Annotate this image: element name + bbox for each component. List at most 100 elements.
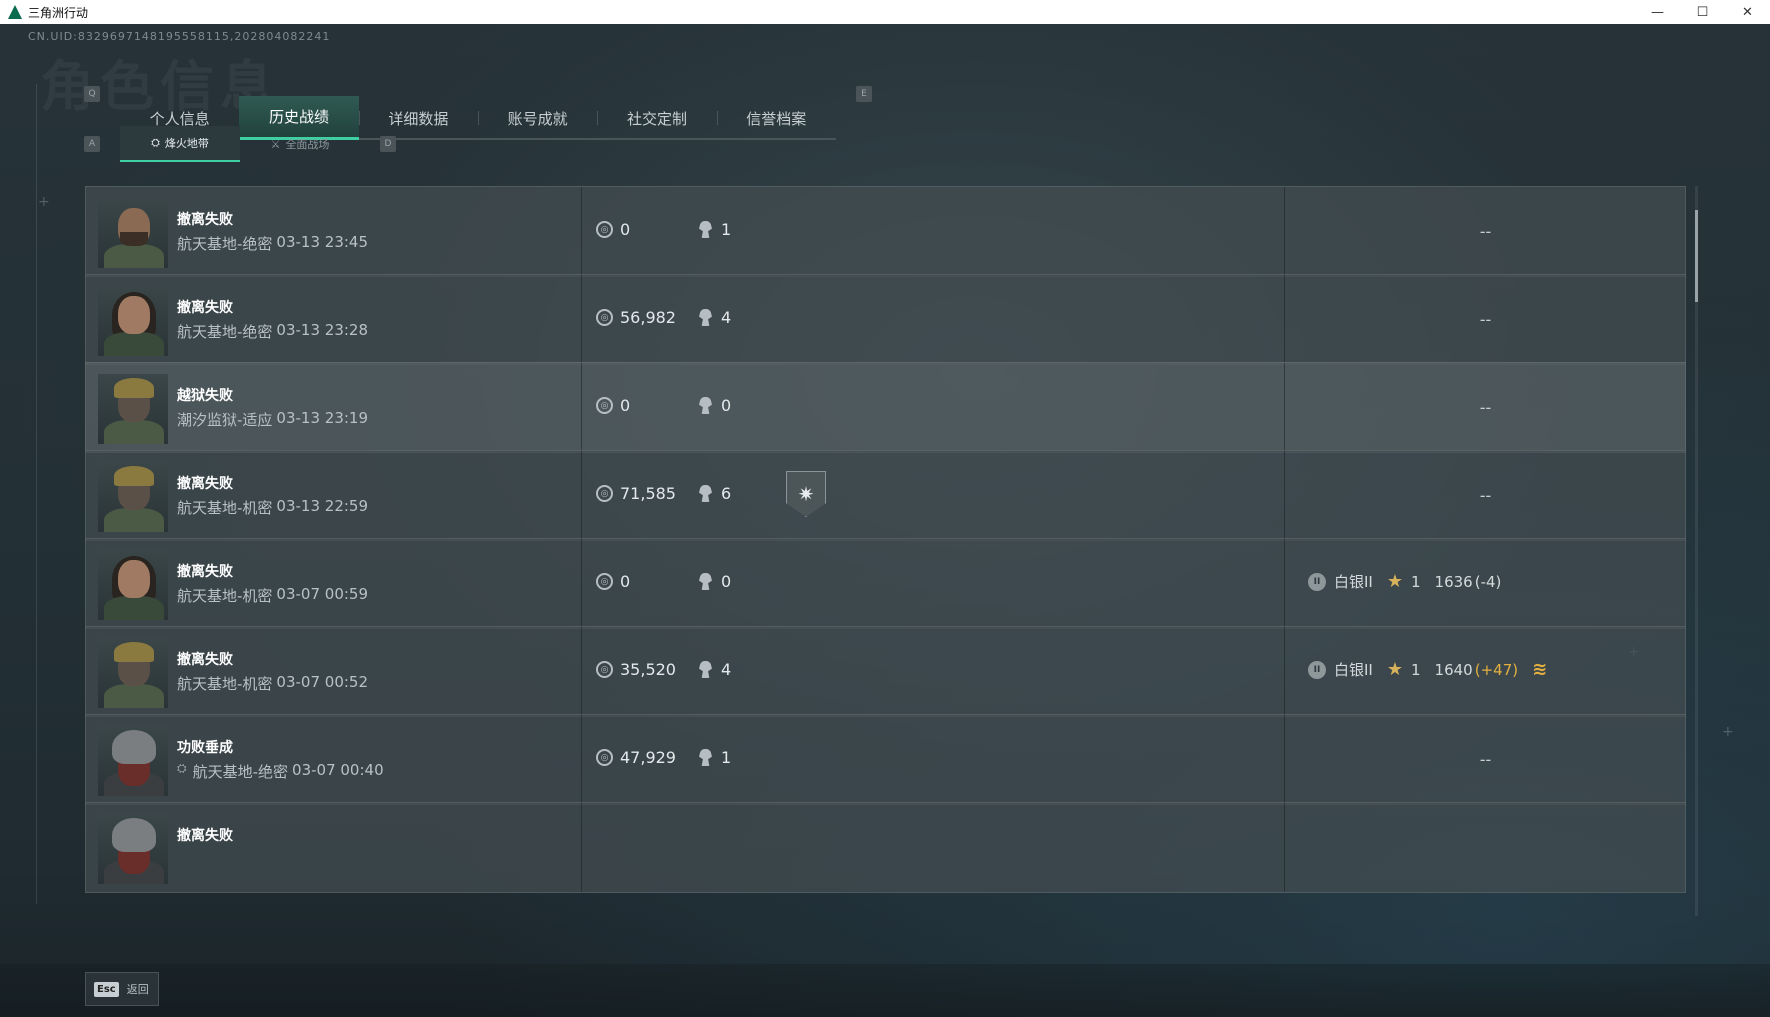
kills-value: 0 (721, 572, 732, 591)
bottom-bar (0, 964, 1770, 1017)
decorative-line (36, 84, 37, 904)
subtab-1[interactable]: ⚔ 全面战场 (240, 126, 360, 162)
kills-value: 4 (721, 660, 732, 679)
tab-4[interactable]: 社交定制 (597, 96, 716, 140)
rank-tier-icon: II (1308, 572, 1326, 591)
match-time: 03-13 22:59 (276, 497, 369, 515)
app-logo-icon (8, 5, 22, 19)
match-map-time: 航天基地-绝密 03-13 23:45 (177, 233, 368, 254)
minimize-button[interactable]: — (1635, 0, 1680, 24)
subtab-label: 烽火地带 (164, 137, 209, 150)
star-icon: ★ (1386, 659, 1403, 680)
match-result: 功败垂成 (177, 740, 233, 756)
match-row[interactable]: 撤离失败 航天基地-机密 03-13 22:59 ◎ 71,585 6 ✷ -- (85, 450, 1686, 541)
rank-tier-icon: II (1308, 660, 1326, 679)
skull-icon (699, 309, 712, 326)
match-row[interactable]: 撤离失败 航天基地-绝密 03-13 23:45 ◎ 0 1 -- (85, 186, 1686, 277)
match-result: 撤离失败 (177, 828, 233, 844)
key-hint-e: E (856, 86, 872, 102)
match-row[interactable]: 撤离失败 (85, 802, 1686, 893)
extraction-mode-icon: ⛭ (151, 136, 160, 149)
kills-value: 6 (721, 484, 732, 503)
tab-3[interactable]: 账号成就 (477, 96, 597, 140)
window-titlebar: 三角洲行动 — ☐ ✕ (0, 0, 1770, 24)
scrollbar-thumb[interactable] (1695, 210, 1698, 302)
column-divider (581, 363, 582, 452)
warfare-mode-icon: ⚔ (270, 137, 281, 151)
match-result: 越狱失败 (177, 388, 233, 404)
column-divider (581, 187, 582, 276)
hafcoin-icon: ◎ (596, 749, 613, 766)
squad-icon: ⛭ (177, 761, 187, 775)
decorative-plus-icon: + (38, 194, 50, 210)
close-button[interactable]: ✕ (1725, 0, 1770, 24)
skull-icon (699, 661, 712, 678)
match-row[interactable]: 撤离失败 航天基地-绝密 03-13 23:28 ◎ 56,982 4 -- (85, 274, 1686, 365)
match-time: 03-07 00:52 (276, 673, 369, 691)
match-result: 撤离失败 (177, 564, 233, 580)
rank-info: II 白银II ★ 1 1640 (+47) ≋ (1308, 659, 1547, 680)
skull-icon (699, 221, 712, 238)
value-amount: 0 (620, 220, 631, 239)
match-map-time: 航天基地-绝密 03-13 23:28 (177, 321, 368, 342)
map-name: 潮汐监狱-适应 (177, 411, 273, 429)
rank-delta: (-4) (1474, 572, 1502, 591)
match-row[interactable]: 撤离失败 航天基地-机密 03-07 00:52 ◎ 35,520 4 II 白银II ★ 1 16… (85, 626, 1686, 717)
extracted-value: ◎ 35,520 (596, 660, 676, 679)
column-divider (581, 715, 582, 804)
back-label: 返回 (126, 983, 149, 996)
column-divider (581, 275, 582, 364)
map-name: 航天基地-绝密 (177, 235, 273, 253)
value-amount: 0 (620, 396, 631, 415)
rank-score: 1636 (1434, 572, 1473, 591)
match-result: 撤离失败 (177, 212, 233, 228)
game-viewport: 角色信息 CN.UID:8329697148195558115,20280408… (0, 24, 1770, 1017)
achievement-badge-icon[interactable]: ✷ (786, 471, 826, 517)
rank-info: II 白银II ★ 1 1636 (-4) (1308, 571, 1501, 592)
subtab-0[interactable]: ⛭ 烽火地带 (120, 126, 240, 162)
tab-2[interactable]: 详细数据 (358, 96, 478, 140)
match-history-list: 撤离失败 航天基地-绝密 03-13 23:45 ◎ 0 1 -- 撤离失败 航天基地-绝密 03… (85, 186, 1686, 916)
hafcoin-icon: ◎ (596, 397, 613, 414)
list-scrollbar[interactable] (1695, 186, 1698, 916)
maximize-button[interactable]: ☐ (1680, 0, 1725, 24)
hafcoin-icon: ◎ (596, 309, 613, 326)
back-button[interactable]: Esc 返回 (85, 972, 159, 1006)
rank-delta: (+47) (1474, 660, 1519, 679)
rank-empty: -- (1479, 310, 1492, 329)
key-hint-q: Q (84, 86, 100, 102)
kills-value: 1 (721, 748, 732, 767)
hafcoin-icon: ◎ (596, 221, 613, 238)
extracted-value: ◎ 47,929 (596, 748, 676, 767)
skull-icon (699, 749, 712, 766)
rank-empty: -- (1479, 398, 1492, 417)
map-name: 航天基地-机密 (177, 675, 273, 693)
column-divider (581, 539, 582, 628)
match-time: 03-13 23:28 (276, 321, 369, 339)
operator-avatar (98, 638, 168, 708)
key-hint-d: D (380, 136, 396, 152)
rank-tier: 白银II (1334, 661, 1373, 679)
column-divider (1284, 539, 1285, 628)
hafcoin-icon: ◎ (596, 485, 613, 502)
match-row[interactable]: 功败垂成 ⛭ 航天基地-绝密 03-07 00:40 ◎ 47,929 1 -- (85, 714, 1686, 805)
operator-avatar (98, 286, 168, 356)
rank-stars: 1 (1411, 660, 1421, 679)
rank-empty: -- (1479, 750, 1492, 769)
match-map-time: 航天基地-机密 03-07 00:59 (177, 585, 368, 606)
value-amount: 35,520 (620, 660, 676, 679)
subtab-label: 全面战场 (285, 138, 330, 151)
match-row[interactable]: 撤离失败 航天基地-机密 03-07 00:59 ◎ 0 0 II 白银II ★ 1 1636 (-4… (85, 538, 1686, 629)
kill-count: 1 (699, 748, 731, 767)
tab-5[interactable]: 信誉档案 (716, 96, 836, 140)
kills-value: 4 (721, 308, 732, 327)
value-amount: 0 (620, 572, 631, 591)
match-row[interactable]: 越狱失败 潮汐监狱-适应 03-13 23:19 ◎ 0 0 -- (85, 362, 1686, 453)
operator-avatar (98, 726, 168, 796)
map-name: 航天基地-机密 (177, 499, 273, 517)
operator-avatar (98, 462, 168, 532)
skull-icon (699, 485, 712, 502)
column-divider (581, 803, 582, 892)
mode-subtabs: ⛭ 烽火地带 ⚔ 全面战场 (120, 126, 360, 162)
kills-value: 0 (721, 396, 732, 415)
